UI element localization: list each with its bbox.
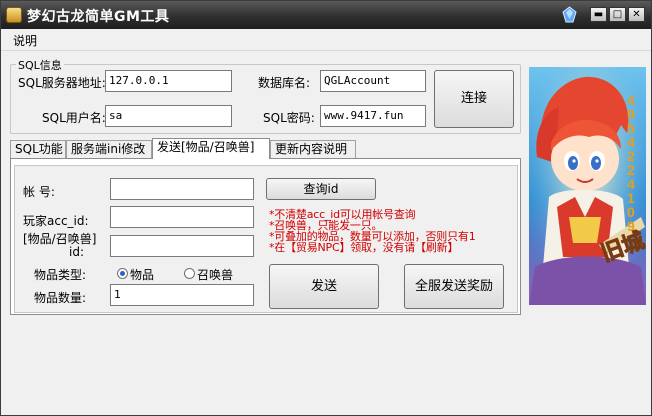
sql-server-input[interactable]: 127.0.0.1 (105, 70, 232, 92)
type-item-radio-label[interactable]: 物品 (130, 266, 154, 283)
item-quantity-label: 物品数量: (34, 291, 87, 305)
database-name-label: 数据库名: (258, 76, 311, 90)
menu-item-help[interactable]: 说明 (13, 32, 37, 49)
item-id-label: [物品/召唤兽] id: (23, 233, 96, 259)
query-id-button[interactable]: 查询id (266, 178, 376, 200)
note-line: *在【贸易NPC】领取，没有请【刷新】 (269, 241, 459, 254)
account-label: 帐 号: (23, 185, 55, 199)
send-all-rewards-button[interactable]: 全服发送奖励 (404, 264, 504, 309)
gem-icon[interactable] (562, 6, 577, 23)
sql-server-label: SQL服务器地址: (18, 76, 106, 90)
tab-server-ini[interactable]: 服务端ini修改 (66, 140, 152, 158)
sql-user-input[interactable]: sa (105, 105, 232, 127)
send-button[interactable]: 发送 (269, 264, 379, 309)
acc-id-label: 玩家acc_id: (23, 214, 89, 228)
acc-id-input[interactable] (110, 206, 254, 228)
character-art-icon: 4954224109 旧城 (529, 67, 646, 305)
item-id-input[interactable] (110, 235, 254, 257)
status-bar (1, 397, 651, 415)
sql-password-label: SQL密码: (263, 111, 315, 125)
item-type-label: 物品类型: (34, 268, 87, 282)
database-name-input[interactable]: QGLAccount (320, 70, 426, 92)
account-input[interactable] (110, 178, 254, 200)
type-summon-radio[interactable] (184, 268, 195, 279)
item-id-label-line2: id: (69, 245, 84, 259)
banner-side-number: 4954224109 (627, 92, 635, 234)
menu-bar: 说明 (1, 29, 651, 51)
app-window: 梦幻古龙简单GM工具 ▬ □ ✕ 说明 SQL信息 SQL服务器地址: 127.… (0, 0, 652, 416)
window-title: 梦幻古龙简单GM工具 (27, 9, 170, 25)
item-id-label-line1: [物品/召唤兽] (23, 232, 97, 246)
type-item-radio[interactable] (117, 268, 128, 279)
sql-password-input[interactable]: www.9417.fun (320, 105, 426, 127)
maximize-button[interactable]: □ (609, 7, 626, 22)
sql-user-label: SQL用户名: (42, 111, 106, 125)
tab-sql-functions[interactable]: SQL功能 (10, 140, 66, 158)
app-icon (6, 7, 22, 23)
sql-info-legend: SQL信息 (16, 57, 64, 73)
title-bar[interactable]: 梦幻古龙简单GM工具 ▬ □ ✕ (1, 1, 651, 29)
tab-update-notes[interactable]: 更新内容说明 (270, 140, 356, 158)
minimize-button[interactable]: ▬ (590, 7, 607, 22)
banner-image: 4954224109 旧城 (529, 67, 646, 305)
item-quantity-input[interactable]: 1 (110, 284, 254, 306)
tab-send-items[interactable]: 发送[物品/召唤兽] (152, 138, 270, 159)
close-button[interactable]: ✕ (628, 7, 645, 22)
connect-button[interactable]: 连接 (434, 70, 514, 128)
type-summon-radio-label[interactable]: 召唤兽 (197, 266, 233, 283)
